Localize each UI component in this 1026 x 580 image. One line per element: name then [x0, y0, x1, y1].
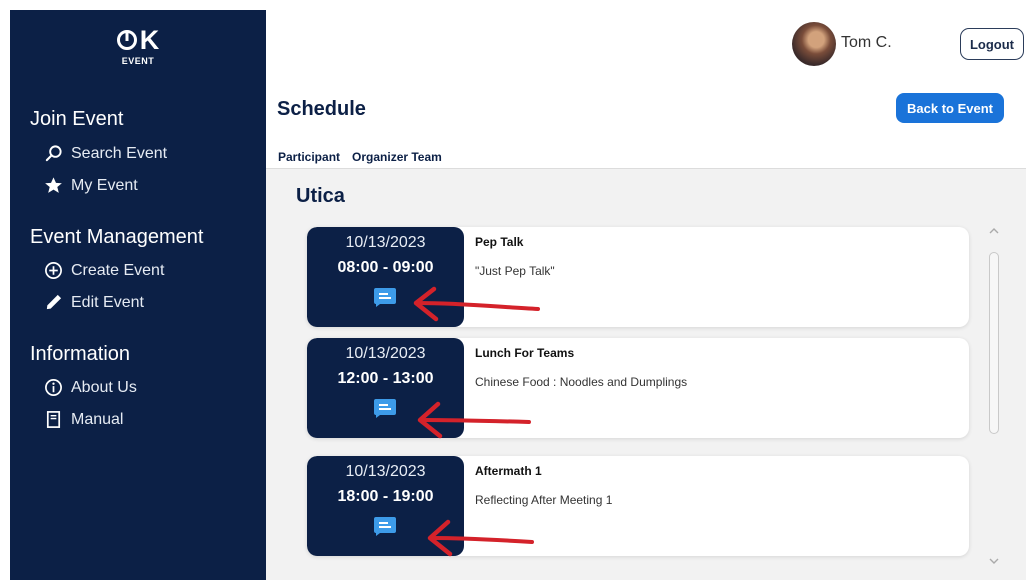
sidebar-item-about-us[interactable]: About Us	[44, 378, 137, 397]
tab-organizer-team[interactable]: Organizer Team	[346, 146, 448, 170]
sidebar: K EVENT Join Event Search Event My Event…	[10, 10, 266, 580]
scrollbar-thumb[interactable]	[989, 252, 999, 434]
event-card[interactable]: 10/13/2023 12:00 - 13:00 Lunch For Teams…	[307, 338, 969, 438]
logo-subtitle: EVENT	[121, 56, 155, 66]
event-description: "Just Pep Talk"	[475, 264, 555, 278]
sidebar-item-label: About Us	[71, 378, 137, 396]
schedule-content: Utica 10/13/2023 08:00 - 09:00 Pep Talk …	[266, 168, 1026, 580]
sidebar-item-label: My Event	[71, 176, 138, 194]
logo-mark-text: K	[139, 25, 161, 55]
event-time: 18:00 - 19:00	[337, 488, 434, 505]
chat-icon[interactable]	[374, 399, 396, 418]
power-ring-icon	[116, 30, 137, 50]
nav-section-join-event: Join Event	[30, 108, 124, 130]
sidebar-item-search-event[interactable]: Search Event	[44, 144, 167, 163]
event-date: 10/13/2023	[345, 463, 426, 480]
user-name: Tom C.	[841, 34, 892, 51]
sidebar-item-edit-event[interactable]: Edit Event	[44, 293, 144, 312]
sidebar-item-manual[interactable]: Manual	[44, 410, 123, 429]
star-icon	[45, 177, 62, 193]
event-title: Lunch For Teams	[475, 346, 575, 360]
scroll-up-arrow-icon[interactable]	[987, 226, 1001, 236]
event-title: Aftermath 1	[475, 464, 542, 478]
chat-icon[interactable]	[374, 517, 396, 536]
nav-section-event-management: Event Management	[30, 226, 204, 248]
event-date-box: 10/13/2023 18:00 - 19:00	[307, 456, 464, 556]
logout-button[interactable]: Logout	[960, 28, 1024, 60]
event-title: Pep Talk	[475, 235, 524, 249]
city-heading: Utica	[296, 185, 345, 207]
event-description: Reflecting After Meeting 1	[475, 493, 613, 507]
plus-circle-icon	[45, 262, 62, 279]
sidebar-item-label: Edit Event	[71, 293, 144, 311]
avatar[interactable]	[792, 22, 836, 66]
sidebar-item-label: Search Event	[71, 144, 168, 162]
sidebar-item-create-event[interactable]: Create Event	[44, 261, 164, 280]
event-card[interactable]: 10/13/2023 08:00 - 09:00 Pep Talk "Just …	[307, 227, 969, 327]
sidebar-item-label: Manual	[71, 410, 124, 428]
search-icon	[45, 145, 62, 162]
page-title: Schedule	[277, 98, 366, 120]
event-date: 10/13/2023	[345, 345, 426, 362]
sidebar-item-my-event[interactable]: My Event	[44, 176, 138, 195]
book-icon	[46, 411, 61, 428]
nav-section-information: Information	[30, 343, 131, 365]
back-to-event-button[interactable]: Back to Event	[896, 93, 1004, 123]
event-date-box: 10/13/2023 12:00 - 13:00	[307, 338, 464, 438]
pencil-icon	[46, 294, 62, 310]
tab-participant[interactable]: Participant	[272, 146, 346, 170]
scroll-down-arrow-icon[interactable]	[987, 556, 1001, 566]
logo: K EVENT	[10, 26, 266, 66]
chat-icon[interactable]	[374, 288, 396, 307]
event-date-box: 10/13/2023 08:00 - 09:00	[307, 227, 464, 327]
event-card[interactable]: 10/13/2023 18:00 - 19:00 Aftermath 1 Ref…	[307, 456, 969, 556]
info-icon	[45, 379, 62, 396]
event-date: 10/13/2023	[345, 234, 426, 251]
sidebar-item-label: Create Event	[71, 261, 165, 279]
event-time: 08:00 - 09:00	[337, 259, 434, 276]
event-description: Chinese Food : Noodles and Dumplings	[475, 375, 688, 389]
event-time: 12:00 - 13:00	[337, 370, 434, 387]
schedule-tabs: Participant Organizer Team	[272, 146, 448, 170]
